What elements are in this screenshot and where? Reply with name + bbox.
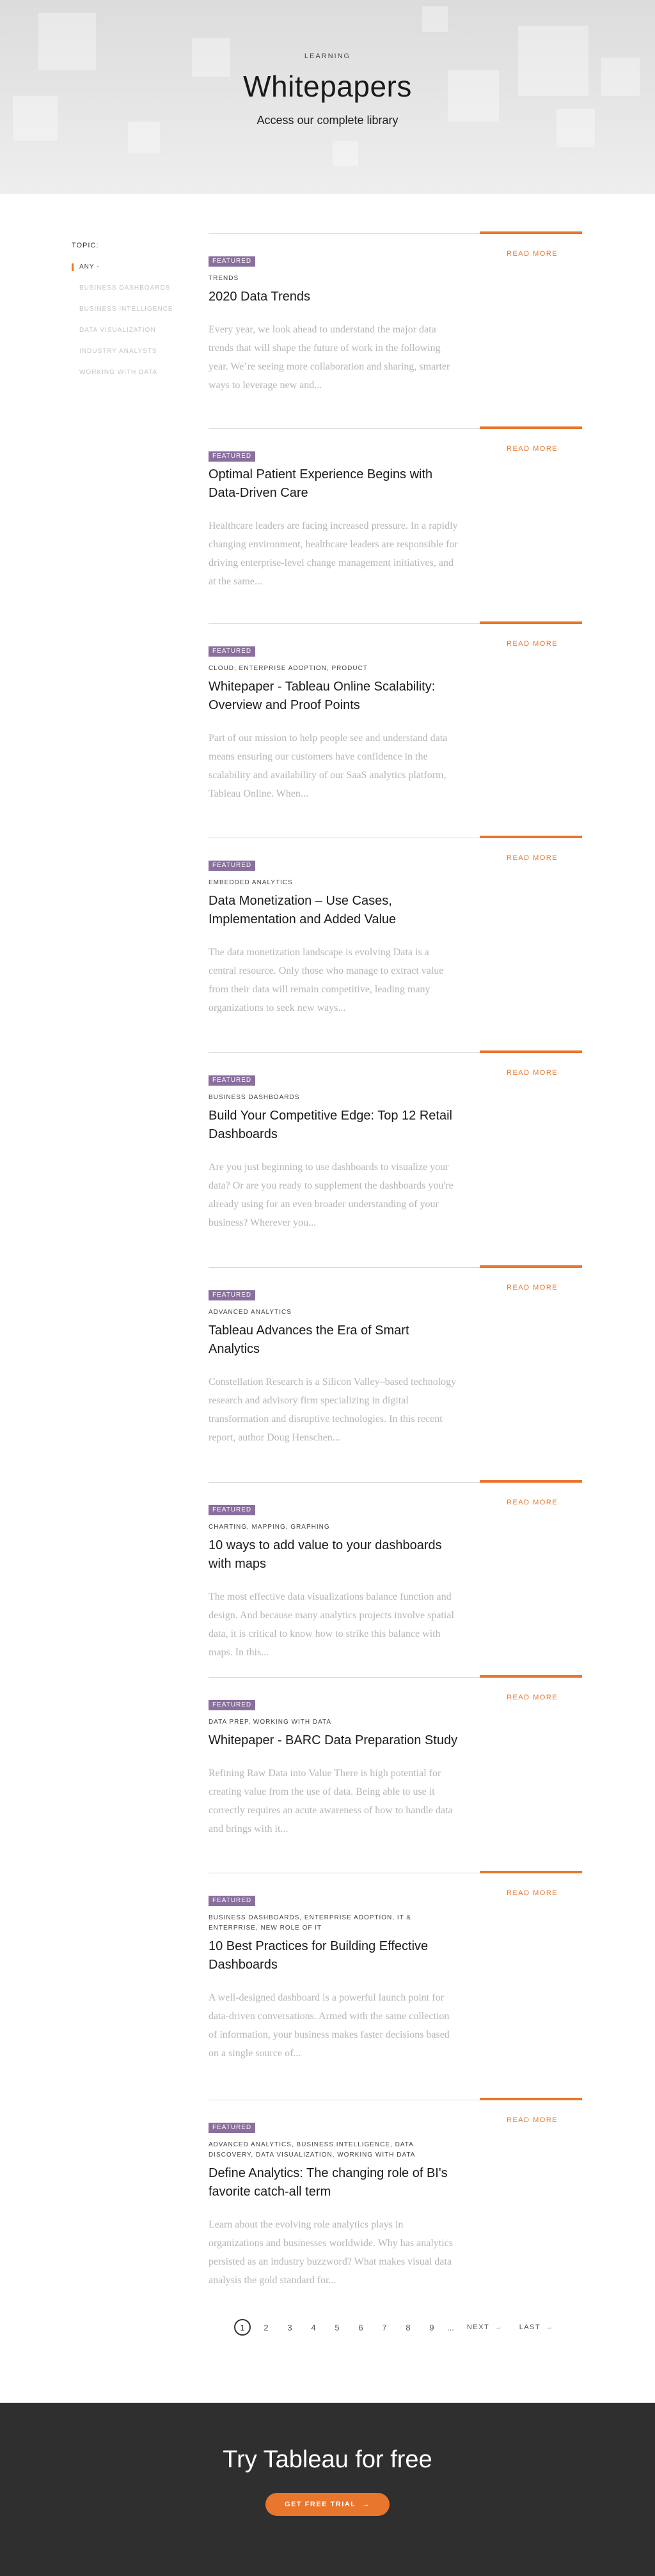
read-more-link[interactable]: Read more	[480, 1675, 582, 1701]
whitepaper-summary: Learn about the evolving role analytics …	[209, 2219, 453, 2286]
whitepaper-title[interactable]: 2020 Data Trends	[209, 288, 459, 306]
pagination: 1 2 3 4 5 6 7 8 9 ... Next → Last →	[234, 2316, 554, 2338]
whitepaper-title[interactable]: Define Analytics: The changing role of B…	[209, 2164, 459, 2201]
whitepaper-card: Featured Advanced Analytics Tableau Adva…	[209, 1265, 582, 1447]
featured-badge: Featured	[209, 451, 256, 462]
page-button-1[interactable]: 1	[234, 2319, 251, 2336]
filter-option-any[interactable]: Any -	[72, 263, 200, 285]
whitepaper-card: Featured Data Prep, Working With Data Wh…	[209, 1675, 582, 1838]
cta-title: Try Tableau for free	[223, 2446, 432, 2473]
topic-tags: Business Dashboards, Enterprise Adoption…	[209, 1914, 411, 1932]
read-more-link[interactable]: Read more	[480, 621, 582, 648]
filter-option-industry-analysts[interactable]: Industry Analysts	[72, 348, 200, 369]
last-page-button[interactable]: Last →	[519, 2323, 554, 2331]
featured-badge: Featured	[209, 646, 256, 657]
featured-badge: Featured	[209, 1896, 256, 1906]
page-button-7[interactable]: 7	[376, 2319, 393, 2336]
free-trial-button[interactable]: Get free trial →	[265, 2493, 390, 2516]
featured-badge: Featured	[209, 2123, 256, 2133]
whitepaper-summary: Part of our mission to help people see a…	[209, 733, 448, 799]
featured-badge: Featured	[209, 1505, 256, 1515]
page-button-4[interactable]: 4	[305, 2319, 322, 2336]
featured-badge: Featured	[209, 1290, 256, 1300]
whitepaper-card: Featured Business Dashboards Build Your …	[209, 1050, 582, 1232]
filter-option-data-visualization[interactable]: Data Visualization	[72, 327, 200, 348]
topic-tags: Trends	[209, 275, 239, 282]
main-content: Topic: Any - Business Dashboards Busines…	[0, 194, 655, 2403]
next-page-button[interactable]: Next →	[467, 2323, 503, 2331]
filter-heading: Topic:	[72, 242, 99, 249]
topic-tags: Advanced Analytics	[209, 1309, 292, 1316]
featured-badge: Featured	[209, 1700, 256, 1710]
free-trial-label: Get free trial	[285, 2501, 356, 2508]
topic-filter: Topic: Any - Business Dashboards Busines…	[72, 242, 200, 390]
filter-option-working-with-data[interactable]: Working With Data	[72, 369, 200, 390]
topic-tags: Business Dashboards	[209, 1094, 300, 1101]
whitepaper-summary: Constellation Research is a Silicon Vall…	[209, 1377, 457, 1443]
whitepaper-summary: The data monetization landscape is evolv…	[209, 947, 444, 1013]
read-more-link[interactable]: Read more	[480, 426, 582, 453]
featured-badge: Featured	[209, 861, 256, 871]
page-button-9[interactable]: 9	[423, 2319, 440, 2336]
pagination-ellipsis: ...	[447, 2322, 454, 2332]
read-more-link[interactable]: Read more	[480, 1480, 582, 1506]
whitepaper-summary: A well-designed dashboard is a powerful …	[209, 1992, 450, 2059]
whitepaper-title[interactable]: Data Monetization – Use Cases, Implement…	[209, 892, 459, 929]
featured-badge: Featured	[209, 1075, 256, 1086]
topic-tags: Data Prep, Working With Data	[209, 1719, 332, 1726]
whitepaper-summary: The most effective data visualizations b…	[209, 1591, 454, 1658]
next-page-label: Next	[466, 2323, 490, 2331]
whitepaper-title[interactable]: Tableau Advances the Era of Smart Analyt…	[209, 1322, 459, 1359]
read-more-link[interactable]: Read more	[480, 1265, 582, 1292]
whitepaper-card: Featured Charting, Mapping, Graphing 10 …	[209, 1480, 582, 1662]
whitepaper-title[interactable]: Optimal Patient Experience Begins with D…	[209, 465, 459, 503]
page-button-6[interactable]: 6	[352, 2319, 369, 2336]
filter-option-business-intelligence[interactable]: Business Intelligence	[72, 306, 200, 327]
last-page-label: Last	[519, 2323, 541, 2331]
filter-option-business-dashboards[interactable]: Business Dashboards	[72, 285, 200, 306]
whitepaper-card: Featured Trends 2020 Data Trends Every y…	[209, 231, 582, 394]
hero-banner: Learning Whitepapers Access our complete…	[0, 0, 655, 194]
read-more-link[interactable]: Read more	[480, 1050, 582, 1077]
read-more-link[interactable]: Read more	[480, 1871, 582, 1897]
read-more-link[interactable]: Read more	[480, 836, 582, 862]
arrow-right-icon: →	[494, 2323, 503, 2331]
trial-cta-section: Try Tableau for free Get free trial →	[0, 2403, 655, 2576]
whitepaper-title[interactable]: Whitepaper - Tableau Online Scalability:…	[209, 678, 459, 715]
whitepaper-title[interactable]: Whitepaper - BARC Data Preparation Study	[209, 1731, 459, 1750]
whitepaper-summary: Every year, we look ahead to understand …	[209, 324, 450, 391]
topic-tags: Charting, Mapping, Graphing	[209, 1524, 330, 1531]
whitepaper-summary: Healthcare leaders are facing increased …	[209, 520, 458, 587]
page-button-8[interactable]: 8	[400, 2319, 416, 2336]
whitepaper-card: Featured Optimal Patient Experience Begi…	[209, 426, 582, 591]
read-more-link[interactable]: Read more	[480, 231, 582, 258]
topic-tags: Embedded Analytics	[209, 879, 293, 886]
topic-tags: Advanced Analytics, Business Intelligenc…	[209, 2141, 416, 2158]
featured-badge: Featured	[209, 256, 256, 267]
hero-subtitle: Access our complete library	[256, 114, 399, 127]
whitepaper-summary: Are you just beginning to use dashboards…	[209, 1162, 454, 1228]
page-button-5[interactable]: 5	[329, 2319, 345, 2336]
arrow-right-icon: →	[362, 2501, 370, 2508]
whitepaper-title[interactable]: 10 Best Practices for Building Effective…	[209, 1937, 459, 1974]
page-button-3[interactable]: 3	[281, 2319, 298, 2336]
hero-eyebrow: Learning	[304, 52, 351, 60]
topic-tags: Cloud, Enterprise Adoption, Product	[209, 665, 368, 672]
whitepaper-summary: Refining Raw Data into Value There is hi…	[209, 1768, 453, 1834]
whitepaper-card: Featured Cloud, Enterprise Adoption, Pro…	[209, 621, 582, 803]
page-title: Whitepapers	[243, 70, 412, 103]
whitepaper-card: Featured Business Dashboards, Enterprise…	[209, 1871, 582, 2063]
whitepaper-card: Featured Embedded Analytics Data Monetiz…	[209, 836, 582, 1017]
page-button-2[interactable]: 2	[258, 2319, 274, 2336]
whitepaper-title[interactable]: 10 ways to add value to your dashboards …	[209, 1536, 459, 1573]
read-more-link[interactable]: Read more	[480, 2098, 582, 2124]
arrow-right-icon: →	[546, 2323, 554, 2331]
whitepaper-card: Featured Advanced Analytics, Business In…	[209, 2098, 582, 2290]
whitepaper-title[interactable]: Build Your Competitive Edge: Top 12 Reta…	[209, 1107, 459, 1144]
